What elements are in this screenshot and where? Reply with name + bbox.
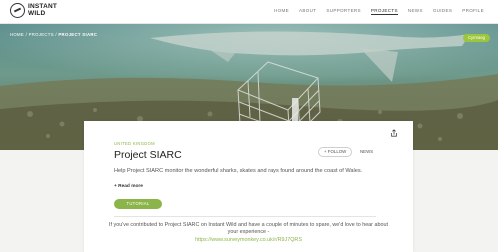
logo-icon [10, 3, 25, 18]
instant-wild-logo[interactable]: INSTANT WILD [10, 3, 57, 18]
nav-profile[interactable]: PROFILE [462, 8, 484, 15]
survey-message: If you've contributed to Project SIARC o… [104, 222, 393, 244]
nav-guides[interactable]: GUIDES [433, 8, 452, 15]
nav-supporters[interactable]: SUPPORTERS [326, 8, 361, 15]
follow-button[interactable]: + FOLLOW [318, 147, 353, 157]
breadcrumb-home[interactable]: HOME [10, 32, 24, 37]
project-country: UNITED KINGDOM [114, 141, 155, 146]
survey-link[interactable]: https://www.surveymonkey.co.uk/r/R9J7QRS [104, 237, 393, 244]
divider [114, 216, 376, 217]
top-navigation: INSTANT WILD HOME ABOUT SUPPORTERS PROJE… [0, 0, 498, 24]
tutorial-button[interactable]: TUTORIAL [114, 199, 162, 209]
breadcrumb: HOME / PROJECTS / PROJECT SIARC [10, 32, 97, 37]
survey-text: If you've contributed to Project SIARC o… [109, 222, 388, 236]
nav-projects[interactable]: PROJECTS [370, 8, 398, 15]
main-nav: HOME ABOUT SUPPORTERS PROJECTS NEWS GUID… [274, 8, 484, 15]
breadcrumb-current: PROJECT SIARC [58, 32, 98, 37]
language-badge[interactable]: Cymraeg [463, 34, 490, 42]
logo-text: INSTANT WILD [28, 3, 57, 17]
news-link[interactable]: NEWS [360, 149, 373, 154]
nav-news[interactable]: NEWS [408, 8, 423, 15]
nav-home[interactable]: HOME [274, 8, 289, 15]
read-more-link[interactable]: + Read more [114, 184, 143, 189]
nav-about[interactable]: ABOUT [299, 8, 316, 15]
share-icon[interactable] [390, 129, 398, 137]
project-title: Project SIARC [114, 149, 182, 161]
project-description: Help Project SIARC monitor the wonderful… [114, 168, 363, 174]
project-card: UNITED KINGDOM Project SIARC + FOLLOW NE… [84, 121, 413, 252]
breadcrumb-projects[interactable]: PROJECTS [29, 32, 54, 37]
logo-line-2: WILD [28, 9, 46, 17]
